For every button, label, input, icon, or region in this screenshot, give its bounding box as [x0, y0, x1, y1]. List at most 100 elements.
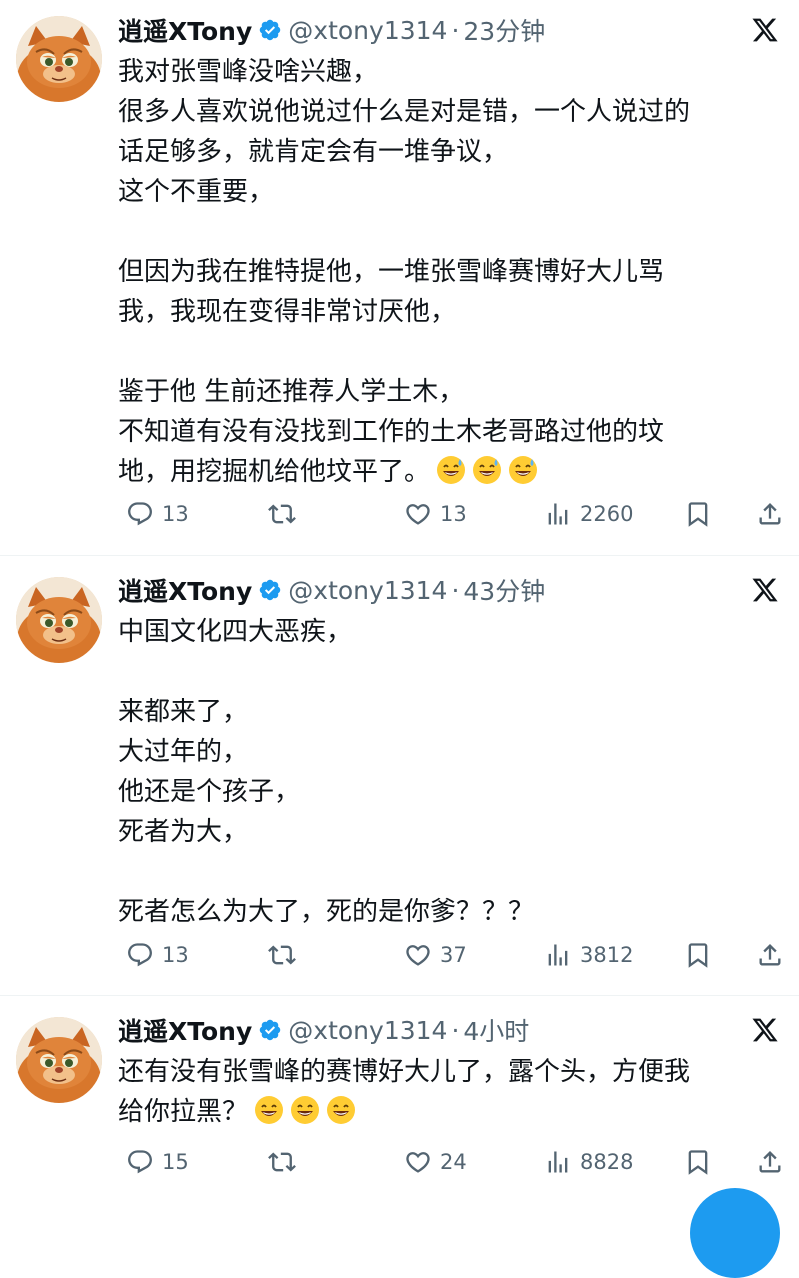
x-logo-icon [751, 1016, 779, 1044]
timestamp[interactable]: 23分钟 [463, 12, 545, 48]
separator-dot: · [451, 15, 460, 45]
x-logo-icon [751, 576, 779, 604]
grinning-face-emoji-icon [326, 1095, 356, 1125]
view-count: 2260 [580, 502, 634, 526]
retweet-button[interactable] [260, 1142, 296, 1182]
text-line: 我，我现在变得非常讨厌他， [118, 297, 457, 327]
reply-icon [126, 1148, 154, 1176]
author-name[interactable]: 逍遥XTony [118, 572, 252, 608]
text-line: 地，用挖掘机给他坟平了。 [118, 452, 778, 492]
grinning-face-emoji-icon [290, 1095, 320, 1125]
bookmark-button[interactable] [676, 1142, 712, 1182]
author-handle[interactable]: @xtony1314 [288, 1016, 447, 1045]
separator-dot: · [451, 1015, 460, 1045]
reply-button[interactable]: 13 [118, 494, 189, 534]
views-icon [544, 941, 572, 969]
avatar[interactable] [16, 1017, 102, 1103]
views-icon [544, 500, 572, 528]
reply-count: 15 [162, 1150, 189, 1174]
tweet-divider [0, 555, 799, 556]
reply-button[interactable]: 15 [118, 1142, 189, 1182]
retweet-button[interactable] [260, 935, 296, 975]
text-line: 他还是个孩子， [118, 777, 301, 807]
text-line: 我对张雪峰没啥兴趣， [118, 57, 379, 87]
compose-button[interactable] [690, 1188, 780, 1278]
text-line: 话足够多，就肯定会有一堆争议， [118, 137, 509, 167]
retweet-icon [268, 1148, 296, 1176]
tweet-header: 逍遥XTony @xtony1314 · 23分钟 [118, 10, 545, 50]
share-icon [756, 941, 784, 969]
like-icon [404, 500, 432, 528]
tweet-header: 逍遥XTony @xtony1314 · 4小时 [118, 1010, 529, 1050]
bookmark-icon [684, 500, 712, 528]
like-count: 13 [440, 502, 467, 526]
timestamp[interactable]: 43分钟 [463, 572, 545, 608]
grinning-sweat-face-emoji-icon [436, 455, 466, 485]
view-count: 3812 [580, 943, 634, 967]
share-icon [756, 500, 784, 528]
bookmark-button[interactable] [676, 935, 712, 975]
author-name[interactable]: 逍遥XTony [118, 1012, 252, 1048]
like-button[interactable]: 13 [396, 494, 467, 534]
grinning-face-emoji-icon [254, 1095, 284, 1125]
author-handle[interactable]: @xtony1314 [288, 576, 447, 605]
tweet-text[interactable]: 中国文化四大恶疾， 来都来了， 大过年的， 他还是个孩子， 死者为大， 死者怎么为大了，死… [118, 612, 778, 932]
share-button[interactable] [748, 935, 784, 975]
like-icon [404, 941, 432, 969]
views-button[interactable]: 2260 [536, 494, 633, 534]
grinning-sweat-face-emoji-icon [472, 455, 502, 485]
bookmark-icon [684, 941, 712, 969]
tweet-header: 逍遥XTony @xtony1314 · 43分钟 [118, 570, 545, 610]
grinning-sweat-face-emoji-icon [508, 455, 538, 485]
reply-icon [126, 500, 154, 528]
like-count: 24 [440, 1150, 467, 1174]
verified-badge-icon [258, 1018, 282, 1042]
views-button[interactable]: 8828 [536, 1142, 633, 1182]
text-line: 鉴于他 生前还推荐人学土木， [118, 377, 465, 407]
like-icon [404, 1148, 432, 1176]
share-icon [756, 1148, 784, 1176]
avatar[interactable] [16, 577, 102, 663]
bookmark-button[interactable] [676, 494, 712, 534]
author-name[interactable]: 逍遥XTony [118, 12, 252, 48]
tweet-actions: 13 37 3812 [118, 935, 781, 975]
retweet-icon [268, 941, 296, 969]
retweet-icon [268, 500, 296, 528]
verified-badge-icon [258, 18, 282, 42]
reply-button[interactable]: 13 [118, 935, 189, 975]
tweet-divider [0, 995, 799, 996]
reply-icon [126, 941, 154, 969]
text-line: 中国文化四大恶疾， [118, 617, 353, 647]
reply-count: 13 [162, 943, 189, 967]
views-button[interactable]: 3812 [536, 935, 633, 975]
verified-badge-icon [258, 578, 282, 602]
text-line: 很多人喜欢说他说过什么是对是错，一个人说过的 [118, 97, 691, 127]
text-line: 死者怎么为大了，死的是你爹？？？ [118, 897, 535, 927]
text-line: 给你拉黑？ [118, 1092, 778, 1132]
x-logo-icon [751, 16, 779, 44]
author-handle[interactable]: @xtony1314 [288, 16, 447, 45]
tweet-text[interactable]: 我对张雪峰没啥兴趣， 很多人喜欢说他说过什么是对是错，一个人说过的 话足够多，就肯定… [118, 52, 778, 492]
like-button[interactable]: 24 [396, 1142, 467, 1182]
separator-dot: · [451, 575, 460, 605]
tweet-actions: 15 24 8828 [118, 1142, 781, 1182]
share-button[interactable] [748, 494, 784, 534]
like-count: 37 [440, 943, 467, 967]
bookmark-icon [684, 1148, 712, 1176]
share-button[interactable] [748, 1142, 784, 1182]
tweet-actions: 13 13 2260 [118, 494, 781, 534]
avatar[interactable] [16, 16, 102, 102]
text-line: 大过年的， [118, 737, 249, 767]
views-icon [544, 1148, 572, 1176]
tweet-text[interactable]: 还有没有张雪峰的赛博好大儿了，露个头，方便我 给你拉黑？ [118, 1052, 778, 1132]
like-button[interactable]: 37 [396, 935, 467, 975]
reply-count: 13 [162, 502, 189, 526]
retweet-button[interactable] [260, 494, 296, 534]
text-line: 死者为大， [118, 817, 249, 847]
timestamp[interactable]: 4小时 [463, 1012, 529, 1048]
text-line: 来都来了， [118, 697, 249, 727]
